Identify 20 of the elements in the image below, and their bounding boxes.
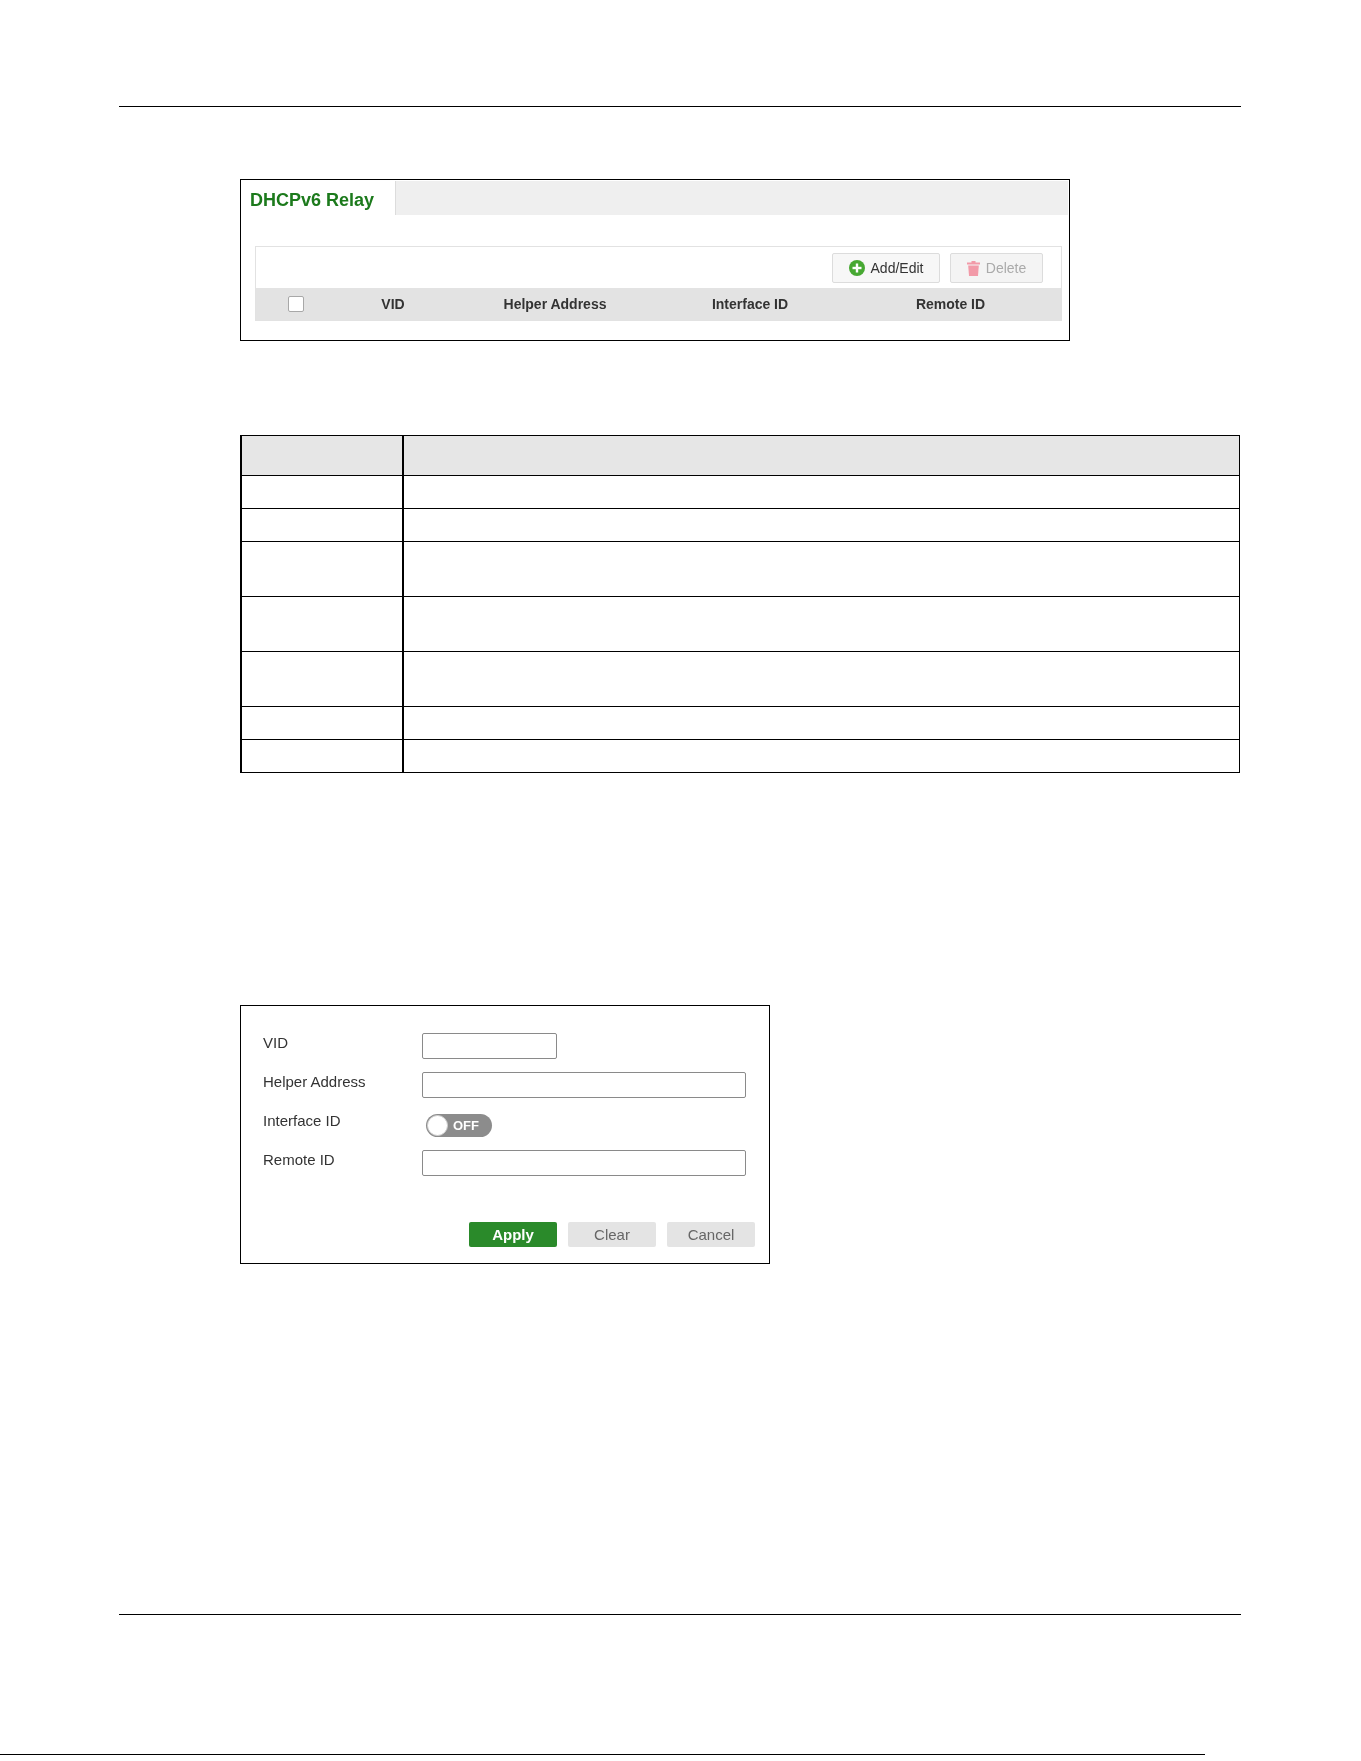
column-header: Remote ID bbox=[915, 296, 986, 312]
text-input-field[interactable] bbox=[422, 1150, 746, 1176]
form-button[interactable]: Cancel bbox=[667, 1222, 755, 1247]
text-input-field[interactable] bbox=[422, 1072, 746, 1098]
select-all-checkbox[interactable] bbox=[288, 296, 304, 312]
apply-button[interactable]: Apply bbox=[469, 1222, 557, 1247]
field-label: Helper Address bbox=[263, 1072, 366, 1090]
tab[interactable]: DHCPv6 Relay bbox=[242, 181, 396, 215]
form-button[interactable]: Clear bbox=[568, 1222, 656, 1247]
field-label: Remote ID bbox=[263, 1150, 335, 1168]
toggle-switch[interactable]: OFF bbox=[426, 1114, 492, 1137]
add-edit-button[interactable]: Add/Edit bbox=[832, 253, 940, 283]
text-input-field[interactable] bbox=[422, 1033, 557, 1059]
column-header: Interface ID bbox=[711, 296, 789, 312]
column-header: Helper Address bbox=[503, 296, 607, 312]
field-label: Interface ID bbox=[263, 1111, 341, 1129]
field-label: VID bbox=[263, 1033, 288, 1051]
column-header: VID bbox=[381, 296, 405, 312]
plus-circle-icon bbox=[848, 260, 865, 276]
trash-icon bbox=[966, 260, 980, 276]
